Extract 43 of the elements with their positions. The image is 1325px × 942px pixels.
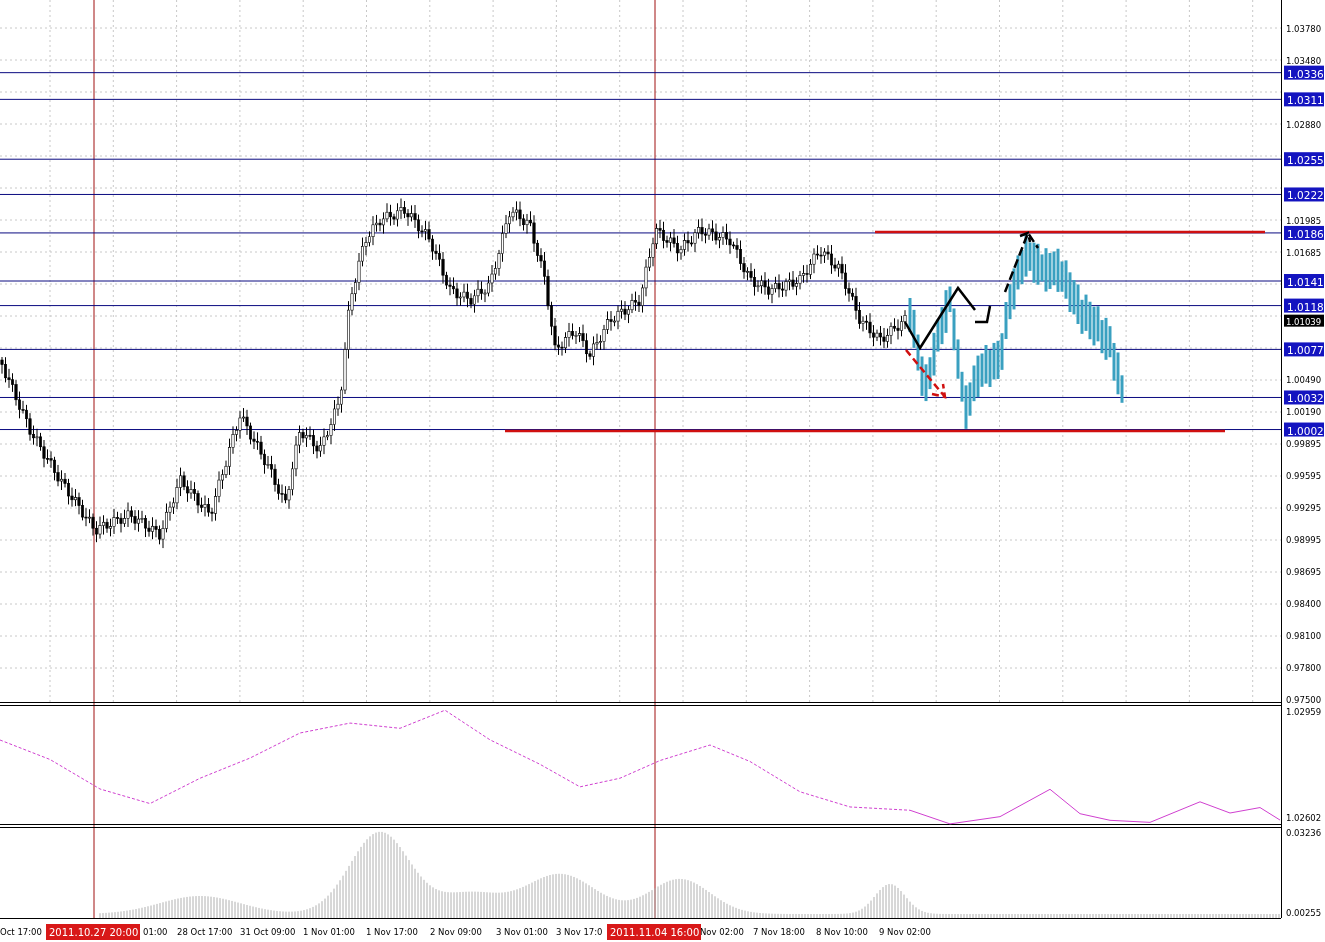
price-label: 0.98695 [1286, 567, 1322, 578]
time-label: 2 Nov 09:00 [430, 927, 482, 937]
time-label: Nov 02:00 [700, 927, 744, 937]
dashed-arrow [1003, 230, 1040, 294]
price-label: 1.00190 [1286, 407, 1322, 418]
price-label: 0.99295 [1286, 503, 1322, 513]
indicator-min: 1.02602 [1286, 813, 1322, 823]
price-label: 0.99895 [1286, 438, 1322, 449]
date-marker-label: 2011.10.27 20:00 [46, 924, 140, 940]
time-label: 3 Nov 01:00 [496, 927, 548, 937]
level-label: 1.0222 [1284, 187, 1324, 202]
time-label: 3 Nov 17:0 [556, 927, 603, 937]
price-label: 0.98100 [1286, 630, 1322, 641]
price-label: 1.03780 [1286, 23, 1322, 34]
price-label: 0.99595 [1286, 470, 1322, 481]
time-label: 9 Nov 02:00 [879, 927, 931, 937]
time-label: 28 Oct 17:00 [177, 927, 233, 937]
price-label: 1.01685 [1286, 247, 1322, 258]
price-label: 0.97500 [1286, 694, 1322, 705]
level-label: 1.0141 [1284, 274, 1324, 288]
price-label: 1.00490 [1286, 375, 1322, 386]
time-label: 31 Oct 09:00 [240, 927, 296, 937]
price-label: 0.98995 [1286, 535, 1322, 546]
price-label: 0.97800 [1286, 662, 1322, 673]
time-label: 1 Nov 17:00 [366, 927, 418, 937]
price-label: 0.98400 [1286, 598, 1322, 609]
time-label: 01:00 [143, 927, 168, 937]
time-label: 7 Nov 18:00 [753, 927, 805, 937]
indicator-max: 0.03236 [1286, 828, 1322, 838]
date-marker-label: 2011.11.04 16:00 [607, 924, 701, 940]
indicator-min: 0.00255 [1286, 908, 1322, 918]
price-label: 1.01985 [1286, 215, 1322, 226]
indicator-max: 1.02959 [1286, 707, 1322, 717]
level-label: 1.0311 [1284, 92, 1324, 107]
time-label: 8 Nov 10:00 [816, 927, 868, 937]
level-label: 1.0255 [1284, 152, 1324, 167]
price-label: 1.03480 [1286, 55, 1322, 66]
time-label: Oct 17:00 [0, 927, 42, 937]
level-label: 1.0077 [1284, 342, 1324, 357]
level-label: 1.0032 [1284, 390, 1324, 405]
dashed-arrow [904, 348, 947, 399]
price-label: 1.02880 [1286, 119, 1322, 130]
time-label: 1 Nov 01:00 [303, 927, 355, 937]
